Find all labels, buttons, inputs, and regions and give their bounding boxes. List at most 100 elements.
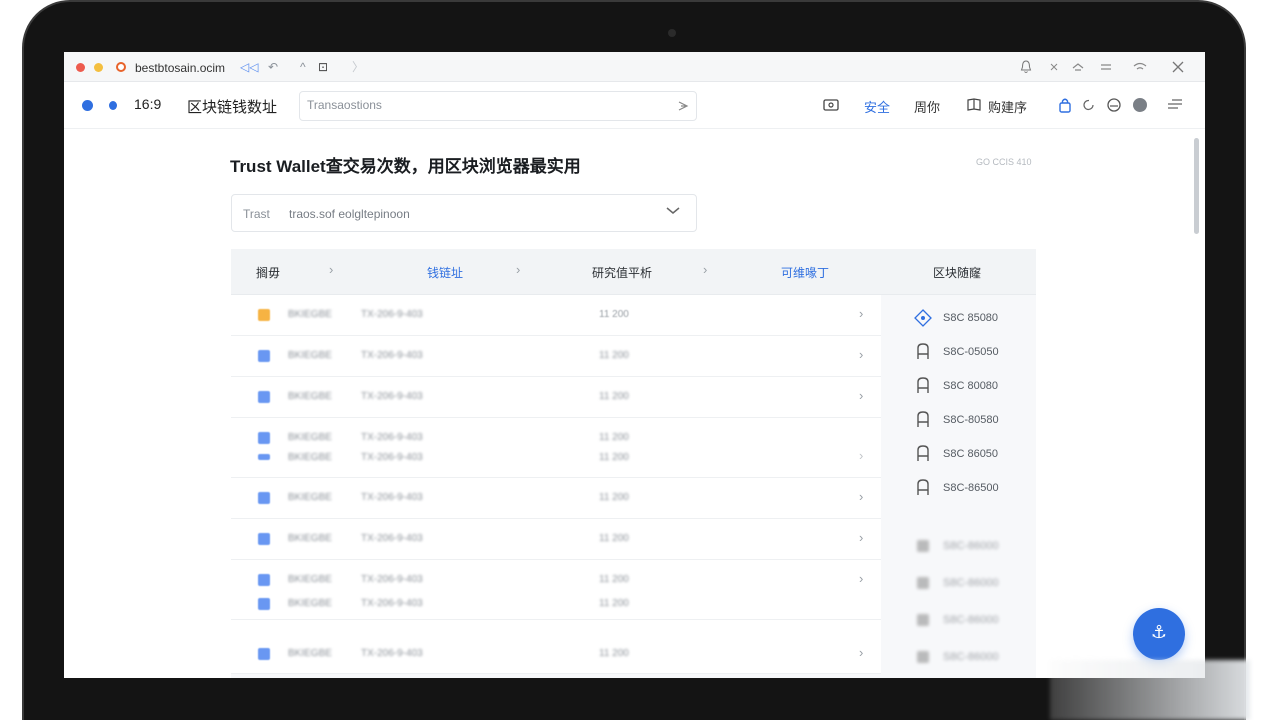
wallet-icon[interactable] — [823, 98, 839, 112]
wallet-select[interactable]: Trast traos.sof eolgltepinoon — [231, 194, 697, 232]
block-item[interactable]: S8C-86000 — [913, 610, 1033, 632]
floating-action-button[interactable]: ⚓ — [1133, 608, 1185, 660]
chevron-right-icon[interactable]: › — [859, 347, 863, 362]
chevron-right-icon[interactable]: › — [859, 448, 863, 463]
aspect-ratio-label: 16:9 — [134, 96, 162, 112]
wifi-icon[interactable] — [1133, 62, 1147, 72]
chair-icon — [917, 343, 929, 359]
table-row[interactable]: BKIEGBE TX-206-9-403 11 200 › — [231, 295, 881, 336]
table-row[interactable]: BKIEGBE TX-206-9-403 11 200 › — [231, 377, 881, 418]
block-item[interactable]: S8C-86500 — [913, 478, 1033, 500]
refresh-icon[interactable] — [1082, 98, 1096, 112]
chevron-right-icon: › — [703, 262, 708, 277]
bell-icon[interactable] — [1020, 60, 1032, 74]
up-icon[interactable]: ^ — [300, 60, 306, 74]
forward-icon[interactable]: 〉 — [352, 60, 364, 74]
close-icon[interactable] — [1172, 61, 1184, 73]
table-row[interactable]: BKIEGBE TX-206-9-403 11 200 › — [231, 478, 881, 519]
block-label: S8C 80080 — [943, 380, 999, 392]
col-header-2[interactable]: 钱链址 — [427, 264, 463, 281]
chair-icon — [917, 479, 929, 495]
nav-security[interactable]: 安全 — [864, 97, 890, 116]
chevron-right-icon[interactable]: › — [859, 645, 863, 660]
row-value: 11 200 — [599, 391, 629, 402]
row-status-icon — [258, 350, 270, 362]
square-icon — [917, 651, 929, 663]
table-row[interactable]: BKIEGBE TX-206-9-403 11 200 › — [231, 620, 881, 674]
row-status-icon — [258, 492, 270, 504]
block-item[interactable]: S8C-80580 — [913, 410, 1033, 432]
row-name: BKIEGBE — [288, 391, 332, 402]
cast-icon[interactable] — [1072, 62, 1084, 72]
table-header: 搁毋 › 钱链址 › 研究值平析 › 可维喙丁 区块随窿 — [231, 249, 1036, 295]
square-icon — [917, 577, 929, 589]
row-value: 11 200 — [599, 574, 629, 585]
block-item[interactable]: S8C 80080 — [913, 376, 1033, 398]
search-field[interactable] — [299, 91, 697, 121]
scrollbar-thumb[interactable] — [1194, 138, 1199, 234]
row-name: BKIEGBE — [288, 533, 332, 544]
browser-toolbar: bestbtosain.ocim ◁◁ ↶ ^ ⊡ 〉 — [64, 52, 1205, 82]
watermark — [1050, 660, 1250, 720]
nav-weekly[interactable]: 周你 — [914, 97, 940, 116]
row-name: BKIEGBE — [288, 648, 332, 659]
row-value: 11 200 — [599, 309, 629, 320]
block-item[interactable]: S8C-86000 — [913, 536, 1033, 558]
col-header-5[interactable]: 区块随窿 — [933, 264, 981, 281]
row-value: 11 200 — [599, 533, 629, 544]
back-icon[interactable]: ↶ — [268, 60, 278, 74]
book-icon — [967, 98, 981, 111]
table-row[interactable]: BKIEGBE TX-206-9-403 11 200 › BKIEGBE TX… — [231, 560, 881, 620]
table-row[interactable]: BKIEGBE TX-206-9-403 11 200 BKIEGBE TX-2… — [231, 418, 881, 478]
chevron-right-icon[interactable]: › — [859, 489, 863, 504]
status-dot-small — [109, 101, 117, 110]
close-small-icon[interactable] — [1050, 63, 1058, 71]
menu-icon[interactable] — [1167, 99, 1183, 109]
block-item[interactable]: S8C-86000 — [913, 573, 1033, 595]
transactions-panel: 搁毋 › 钱链址 › 研究值平析 › 可维喙丁 区块随窿 BKIEGBE TX-… — [231, 249, 1036, 678]
col-header-1[interactable]: 搁毋 — [256, 264, 280, 281]
app-header: 16:9 区块链钱数址 安全 周你 购建序 — [64, 82, 1205, 129]
block-item[interactable]: S8C-05050 — [913, 342, 1033, 364]
row-value: 11 200 — [599, 452, 629, 463]
chevron-right-icon[interactable]: › — [859, 571, 863, 586]
lock-icon[interactable] — [1058, 97, 1072, 113]
window-minimize-dot[interactable] — [94, 63, 103, 72]
chair-icon — [917, 445, 929, 461]
square-icon — [917, 540, 929, 552]
block-list: S8C 85080 S8C-05050 S8C 80080 S8C-80580 … — [903, 295, 1036, 678]
anchor-icon: ⚓ — [1150, 622, 1168, 642]
block-item[interactable]: S8C-86000 — [913, 647, 1033, 669]
timer-icon[interactable] — [1106, 97, 1122, 113]
window-close-dot[interactable] — [76, 63, 85, 72]
col-header-3[interactable]: 研究值平析 — [592, 264, 652, 281]
tab-icon[interactable]: ⊡ — [318, 60, 328, 74]
chevron-right-icon[interactable]: › — [859, 530, 863, 545]
block-item[interactable]: S8C 85080 — [913, 308, 1033, 330]
nav-builder[interactable]: 购建序 — [988, 97, 1027, 116]
square-icon — [917, 614, 929, 626]
translate-icon[interactable]: ◁◁ — [240, 60, 258, 74]
block-label: S8C-86000 — [943, 540, 999, 552]
filter-icon[interactable] — [677, 100, 689, 112]
block-label: S8C 86050 — [943, 448, 999, 460]
avatar[interactable] — [1133, 98, 1147, 112]
row-status-icon — [258, 648, 270, 660]
row-status-icon — [258, 309, 270, 321]
chevron-right-icon[interactable]: › — [859, 306, 863, 321]
address-url[interactable]: bestbtosain.ocim — [135, 61, 225, 75]
table-row[interactable]: BKIEGBE TX-206-9-403 11 200 › — [231, 519, 881, 560]
row-status-icon — [258, 574, 270, 586]
chevron-right-icon[interactable]: › — [859, 388, 863, 403]
row-status-icon — [258, 432, 270, 444]
block-item[interactable]: S8C 86050 — [913, 444, 1033, 466]
minimize-icon[interactable] — [1100, 64, 1112, 70]
row-hash: TX-206-9-403 — [361, 309, 423, 320]
table-row[interactable]: BKIEGBE TX-206-9-403 11 200 › — [231, 336, 881, 377]
screen: bestbtosain.ocim ◁◁ ↶ ^ ⊡ 〉 16:9 区块链钱数址 … — [64, 52, 1205, 678]
row-subline: BKIEGBE TX-206-9-403 11 200 › — [231, 448, 881, 468]
search-input[interactable] — [307, 98, 667, 112]
row-hash: TX-206-9-403 — [361, 452, 423, 463]
block-label: S8C-05050 — [943, 346, 999, 358]
col-header-4[interactable]: 可维喙丁 — [781, 264, 829, 281]
